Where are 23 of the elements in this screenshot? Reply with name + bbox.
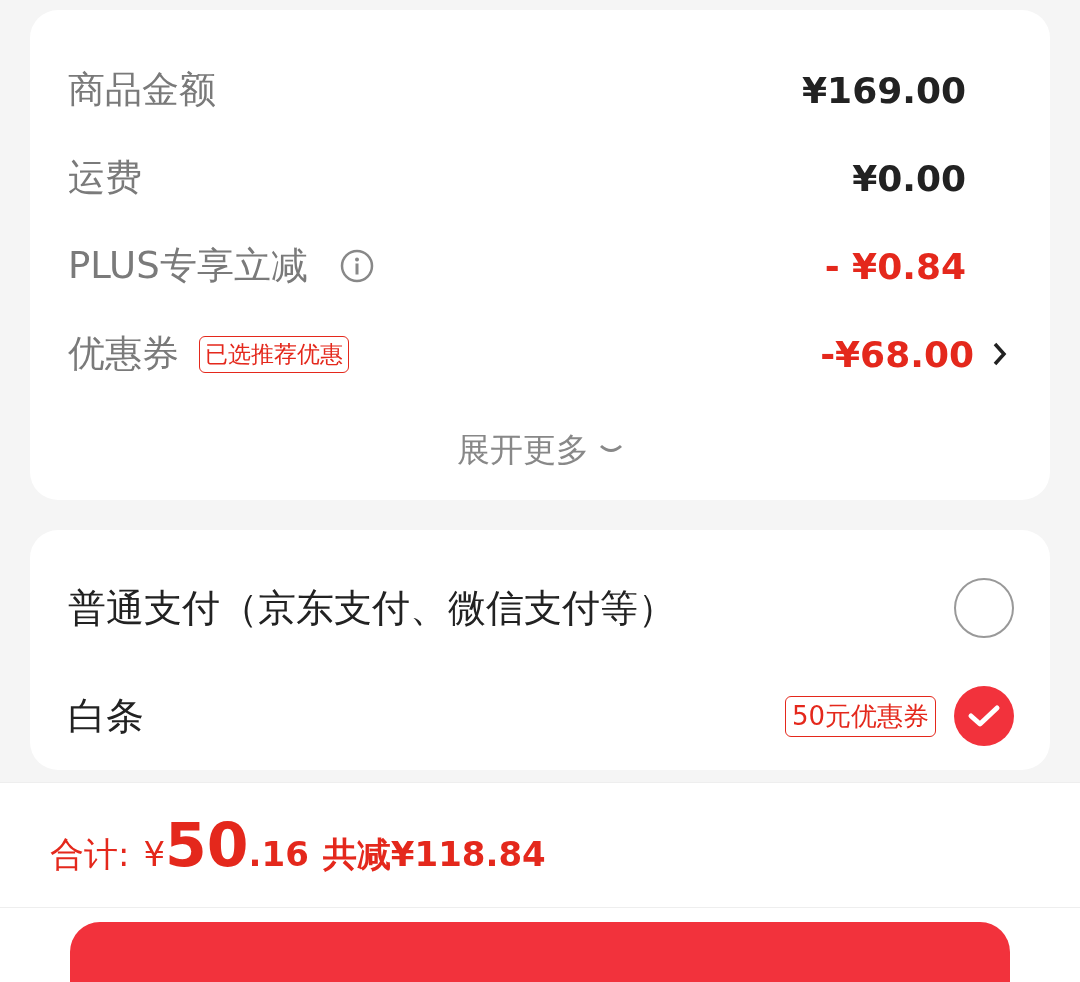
radio-button[interactable] [954,686,1014,746]
radio-button[interactable] [954,578,1014,638]
fee-value: - ¥0.84 [824,245,966,287]
saved-amount: 共减¥118.84 [322,832,546,876]
chevron-right-icon[interactable] [992,341,1008,367]
payment-option[interactable]: 普通支付（京东支付、微信支付等） [68,582,676,634]
fee-value: ¥169.00 [802,69,966,111]
fee-label: 优惠券 [68,331,179,377]
total-decimal: .16 [248,833,309,874]
fee-label: 运费 [68,155,142,201]
info-icon[interactable] [339,249,374,283]
currency-symbol: ¥ [143,833,166,874]
fee-value: -¥68.00 [820,333,974,375]
payment-option[interactable]: 白条 [68,690,144,742]
fee-label: 商品金额 [68,67,216,113]
coupon-badge: 50元优惠券 [784,695,936,737]
expand-more-link[interactable]: 展开更多 [457,427,589,473]
total-integer: 50 [165,809,249,880]
total-label: 合计: [50,832,130,876]
fee-label: PLUS专享立减 [68,243,308,289]
checkmark-icon [967,703,1001,729]
coupon-tag: 已选推荐优惠 [199,335,349,373]
fee-value: ¥0.00 [852,157,966,199]
